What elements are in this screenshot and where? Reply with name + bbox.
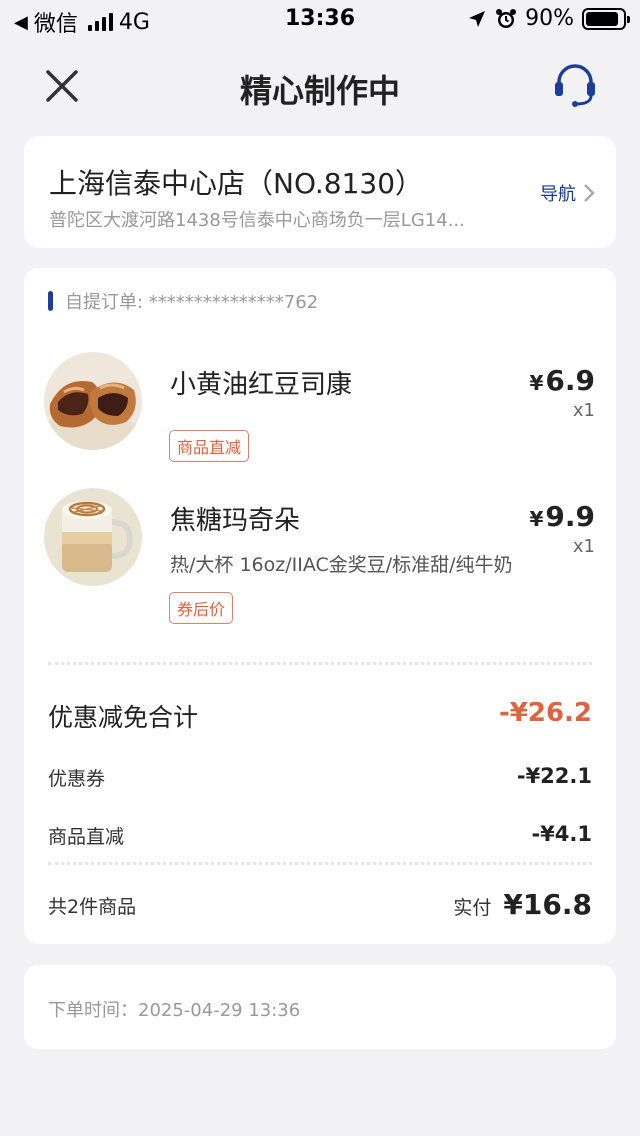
direct-discount-row: 商品直减 -¥4.1 bbox=[48, 822, 592, 850]
order-item[interactable]: 焦糖玛奇朵 热/大杯 16oz/IIAC金奖豆/标准甜/纯牛奶 券后价 ¥9.9… bbox=[24, 484, 616, 624]
discount-total-label: 优惠减免合计 bbox=[48, 703, 199, 732]
coupon-row: 优惠券 -¥22.1 bbox=[48, 764, 592, 792]
currency-symbol: ¥ bbox=[529, 507, 544, 531]
product-quantity: x1 bbox=[572, 536, 595, 557]
store-name: 上海信泰中心店（NO.8130） bbox=[49, 167, 424, 200]
nav-bar: 精心制作中 bbox=[0, 50, 640, 120]
promo-tag: 商品直减 bbox=[169, 430, 250, 462]
coupon-label: 优惠券 bbox=[48, 768, 106, 790]
order-type: 自提订单: ***************762 bbox=[48, 288, 318, 314]
product-quantity: x1 bbox=[572, 400, 595, 421]
product-name: 焦糖玛奇朵 bbox=[170, 506, 301, 536]
product-spec: 热/大杯 16oz/IIAC金奖豆/标准甜/纯牛奶 bbox=[170, 554, 513, 576]
divider bbox=[48, 662, 592, 665]
order-time-card: 下单时间：2025-04-29 13:36 bbox=[24, 965, 616, 1049]
divider bbox=[48, 862, 592, 865]
paid-value: ¥16.8 bbox=[503, 888, 592, 921]
navigate-button[interactable]: 导航 bbox=[540, 180, 596, 206]
headset-icon[interactable] bbox=[550, 60, 600, 110]
chevron-right-icon bbox=[584, 184, 595, 202]
product-image-scone bbox=[44, 352, 142, 450]
order-card: 自提订单: ***************762 小黄油红豆司康 商品直减 ¥6… bbox=[24, 268, 616, 944]
product-name: 小黄油红豆司康 bbox=[170, 370, 353, 400]
promo-tag: 券后价 bbox=[169, 592, 234, 624]
product-price: ¥6.9 bbox=[529, 364, 595, 397]
status-bar: ◀ 微信 4G 13:36 90% bbox=[0, 0, 640, 40]
payment-row: 共2件商品 实付 ¥16.8 bbox=[48, 888, 592, 922]
alarm-icon bbox=[496, 8, 517, 28]
order-item[interactable]: 小黄油红豆司康 商品直减 ¥6.9 x1 bbox=[24, 348, 616, 488]
store-address: 普陀区大渡河路1438号信泰中心商场负一层LG14... bbox=[49, 210, 465, 231]
item-count-label: 共2件商品 bbox=[48, 896, 137, 918]
order-time: 下单时间：2025-04-29 13:36 bbox=[48, 1000, 301, 1021]
direct-discount-label: 商品直减 bbox=[48, 826, 125, 848]
product-price: ¥9.9 bbox=[529, 500, 595, 533]
discount-total-row: 优惠减免合计 -¥26.2 bbox=[48, 698, 592, 732]
status-right: 90% bbox=[467, 6, 630, 31]
discount-total-value: -¥26.2 bbox=[498, 698, 592, 728]
page-title: 精心制作中 bbox=[239, 72, 400, 110]
currency-symbol: ¥ bbox=[529, 371, 544, 395]
product-image-macchiato bbox=[44, 488, 142, 586]
location-arrow-icon bbox=[469, 10, 486, 27]
paid-label: 实付 bbox=[453, 897, 492, 919]
order-type-label: 自提订单: ***************762 bbox=[65, 292, 319, 313]
paid-amount: 实付 ¥16.8 bbox=[453, 888, 592, 921]
price-value: 6.9 bbox=[545, 364, 595, 397]
store-card: 上海信泰中心店（NO.8130） 普陀区大渡河路1438号信泰中心商场负一层LG… bbox=[24, 136, 616, 248]
battery-icon bbox=[582, 7, 630, 30]
battery-percent: 90% bbox=[525, 6, 574, 31]
direct-discount-value: -¥4.1 bbox=[531, 822, 592, 846]
price-value: 9.9 bbox=[545, 500, 595, 533]
navigate-label: 导航 bbox=[540, 184, 576, 205]
coupon-value: -¥22.1 bbox=[516, 764, 592, 788]
order-accent-bar bbox=[48, 291, 53, 311]
